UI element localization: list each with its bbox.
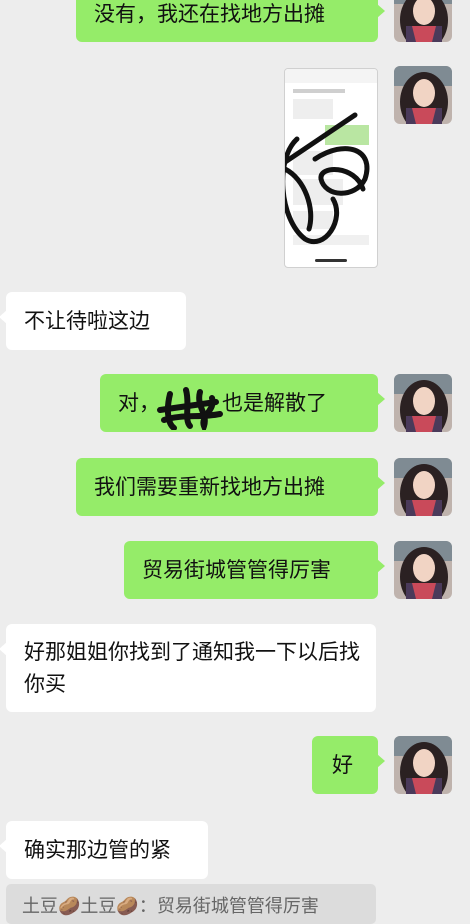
message-text: 对，: [118, 391, 160, 415]
redacted-scribble: [157, 387, 223, 430]
avatar[interactable]: [394, 66, 452, 124]
chat-screenshot-image: [285, 69, 377, 262]
message-bubble-sent[interactable]: 贸易街城管管得厉害: [124, 541, 385, 599]
image-message[interactable]: [284, 68, 378, 268]
message-text: 确实那边管的紧: [24, 838, 171, 862]
message-bubble-sent[interactable]: 好: [312, 736, 385, 794]
message-bubble-received[interactable]: 确实那边管的紧: [0, 821, 208, 879]
message-text: 贸易街城管管得厉害: [142, 558, 331, 582]
avatar[interactable]: [394, 0, 452, 42]
avatar[interactable]: [394, 541, 452, 599]
message-text: 没有，我还在找地方出摊: [94, 2, 325, 26]
quote-separator: ：: [138, 896, 157, 917]
quote-text: 贸易街城管管得厉害: [156, 896, 319, 917]
message-bubble-received[interactable]: 好那姐姐你找到了通知我一下以后找你买: [0, 624, 376, 712]
message-text: 不让待啦这边: [24, 309, 150, 333]
message-bubble-received[interactable]: 不让待啦这边: [0, 292, 186, 350]
message-bubble-sent[interactable]: 对， 也是解散了: [100, 374, 385, 432]
message-text: 也是解散了: [222, 391, 327, 415]
quoted-message[interactable]: 土豆🥔土豆🥔：贸易街城管管得厉害: [6, 884, 376, 924]
message-bubble-sent[interactable]: 没有，我还在找地方出摊: [76, 0, 385, 42]
avatar[interactable]: [394, 736, 452, 794]
avatar[interactable]: [394, 374, 452, 432]
message-text: 我们需要重新找地方出摊: [94, 475, 325, 499]
message-text: 好: [332, 753, 353, 777]
message-bubble-sent[interactable]: 我们需要重新找地方出摊: [76, 458, 385, 516]
quote-sender: 土豆🥔土豆🥔: [22, 896, 139, 917]
avatar[interactable]: [394, 458, 452, 516]
message-text: 好那姐姐你找到了通知我一下以后找你买: [24, 640, 360, 696]
